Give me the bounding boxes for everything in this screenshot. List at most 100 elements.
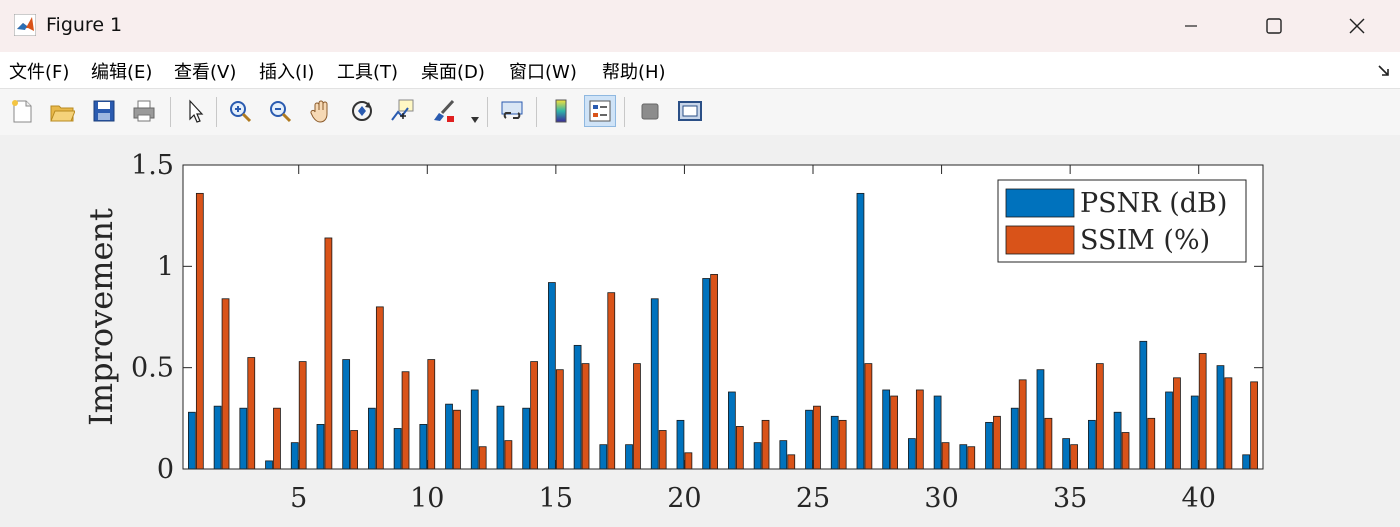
bar-ssim-12[interactable] — [478, 446, 487, 470]
bar-ssim-35[interactable] — [1070, 444, 1078, 470]
bar-psnr-31[interactable] — [959, 444, 968, 470]
bar-ssim-11[interactable] — [453, 409, 461, 470]
bar-psnr-39[interactable] — [1165, 391, 1173, 470]
bar-psnr-14[interactable] — [522, 407, 531, 470]
pointer-icon[interactable] — [179, 95, 211, 127]
open-file-icon[interactable] — [46, 95, 78, 127]
bar-ssim-29[interactable] — [915, 389, 924, 470]
bar-psnr-4[interactable] — [265, 460, 273, 470]
menu-help[interactable]: 帮助(H) — [602, 58, 666, 84]
bar-psnr-21[interactable] — [702, 278, 711, 470]
bar-ssim-41[interactable] — [1224, 377, 1233, 470]
bar-psnr-29[interactable] — [908, 438, 916, 470]
zoom-out-icon[interactable] — [264, 95, 296, 127]
menu-insert[interactable]: 插入(I) — [259, 58, 314, 84]
menu-desktop[interactable]: 桌面(D) — [421, 58, 485, 84]
bar-ssim-36[interactable] — [1095, 363, 1104, 470]
bar-psnr-1[interactable] — [188, 411, 196, 470]
data-cursor-icon[interactable] — [387, 95, 419, 127]
bar-ssim-24[interactable] — [787, 454, 796, 470]
bar-ssim-18[interactable] — [633, 363, 641, 470]
bar-psnr-17[interactable] — [599, 444, 608, 470]
bar-ssim-39[interactable] — [1173, 377, 1181, 470]
bar-psnr-34[interactable] — [1036, 369, 1045, 470]
bar-chart[interactable]: 0 0.5 1 1.5 5 10 15 20 25 30 35 40 Improvement PSNR (… — [0, 135, 1400, 523]
bar-psnr-3[interactable] — [239, 407, 248, 470]
bar-ssim-4[interactable] — [273, 407, 281, 470]
bar-psnr-38[interactable] — [1139, 340, 1148, 470]
menu-window[interactable]: 窗口(W) — [509, 58, 577, 84]
bar-psnr-30[interactable] — [933, 395, 942, 470]
bar-ssim-7[interactable] — [350, 430, 358, 470]
bar-psnr-33[interactable] — [1010, 407, 1019, 470]
bar-ssim-34[interactable] — [1044, 417, 1053, 470]
bar-psnr-22[interactable] — [728, 391, 736, 470]
bar-psnr-10[interactable] — [419, 424, 428, 470]
colorbar-icon[interactable] — [545, 95, 577, 127]
bar-psnr-28[interactable] — [882, 389, 891, 470]
bar-ssim-26[interactable] — [838, 419, 847, 470]
bar-psnr-5[interactable] — [290, 442, 299, 470]
bar-psnr-6[interactable] — [316, 424, 325, 470]
pan-hand-icon[interactable] — [305, 95, 337, 127]
bar-ssim-28[interactable] — [890, 395, 898, 470]
bar-ssim-40[interactable] — [1198, 353, 1207, 470]
save-icon[interactable] — [88, 95, 120, 127]
bar-psnr-40[interactable] — [1190, 395, 1199, 470]
bar-psnr-12[interactable] — [470, 389, 479, 470]
brush-icon[interactable] — [428, 95, 460, 127]
bar-ssim-21[interactable] — [710, 274, 718, 470]
bar-ssim-23[interactable] — [761, 419, 770, 470]
bar-psnr-41[interactable] — [1216, 365, 1225, 470]
bar-ssim-22[interactable] — [735, 426, 744, 470]
bar-ssim-30[interactable] — [941, 442, 950, 470]
dock-arrow-icon[interactable] — [1377, 64, 1391, 78]
bar-psnr-24[interactable] — [779, 440, 788, 470]
bar-ssim-10[interactable] — [427, 359, 436, 470]
legend-icon[interactable] — [584, 95, 616, 127]
bar-psnr-15[interactable] — [548, 282, 556, 470]
bar-psnr-9[interactable] — [393, 428, 402, 470]
minimize-button[interactable] — [1160, 0, 1222, 52]
bar-psnr-20[interactable] — [676, 419, 685, 470]
bar-psnr-2[interactable] — [213, 405, 222, 470]
bar-ssim-27[interactable] — [864, 363, 873, 470]
bar-psnr-8[interactable] — [368, 407, 376, 470]
bar-ssim-25[interactable] — [813, 405, 821, 470]
maximize-button[interactable] — [1243, 0, 1305, 52]
menu-file[interactable]: 文件(F) — [9, 58, 69, 84]
bar-psnr-16[interactable] — [573, 344, 582, 470]
bar-ssim-6[interactable] — [324, 237, 333, 470]
bar-ssim-33[interactable] — [1018, 379, 1027, 470]
bar-ssim-16[interactable] — [581, 363, 590, 470]
rotate-3d-icon[interactable] — [346, 95, 378, 127]
bar-psnr-37[interactable] — [1113, 411, 1122, 470]
bar-psnr-11[interactable] — [445, 403, 453, 470]
bar-psnr-13[interactable] — [496, 405, 505, 470]
bar-psnr-42[interactable] — [1242, 454, 1251, 470]
bar-psnr-36[interactable] — [1088, 419, 1096, 470]
bar-psnr-18[interactable] — [625, 444, 633, 470]
bar-psnr-32[interactable] — [985, 421, 993, 470]
bar-ssim-1[interactable] — [195, 192, 204, 470]
bar-ssim-20[interactable] — [684, 452, 693, 470]
bar-ssim-32[interactable] — [993, 415, 1001, 470]
bar-ssim-9[interactable] — [401, 371, 410, 470]
bar-ssim-38[interactable] — [1147, 417, 1156, 470]
brush-dropdown-icon[interactable] — [470, 109, 480, 128]
bar-ssim-37[interactable] — [1121, 432, 1130, 470]
bar-psnr-23[interactable] — [753, 442, 762, 470]
link-plot-icon[interactable] — [496, 95, 528, 127]
bar-ssim-5[interactable] — [298, 361, 307, 470]
show-plot-tools-icon[interactable] — [674, 95, 706, 127]
bar-ssim-14[interactable] — [530, 361, 538, 470]
menu-edit[interactable]: 编辑(E) — [91, 58, 152, 84]
bar-psnr-27[interactable] — [856, 192, 865, 470]
bar-ssim-8[interactable] — [375, 306, 384, 470]
print-icon[interactable] — [128, 95, 160, 127]
bar-ssim-15[interactable] — [555, 369, 564, 470]
menu-view[interactable]: 查看(V) — [174, 58, 236, 84]
bar-ssim-31[interactable] — [967, 446, 976, 470]
close-button[interactable] — [1326, 0, 1388, 52]
zoom-in-icon[interactable] — [224, 95, 256, 127]
